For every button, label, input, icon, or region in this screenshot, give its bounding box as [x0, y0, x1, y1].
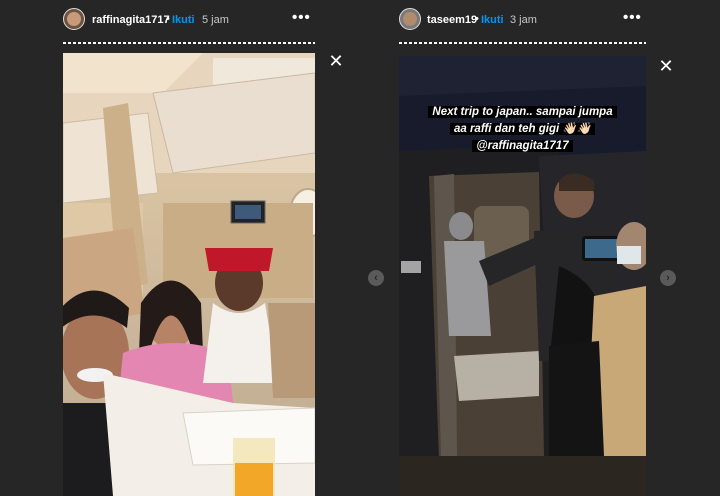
- chevron-left-icon[interactable]: ‹: [368, 270, 384, 286]
- follow-button[interactable]: Ikuti: [481, 14, 504, 26]
- story-caption: Next trip to japan.. sampai jumpa aa raf…: [399, 104, 646, 155]
- story-panel-left: raffinagita1717 • Ikuti 5 jam ••• ✕: [0, 0, 360, 496]
- story-progress-bar: [399, 42, 646, 44]
- cabin-photo-illustration: [63, 53, 315, 496]
- story-panel-right: ‹ taseem19 • Ikuti 3 jam ••• ✕ Next trip…: [360, 0, 720, 496]
- more-options-icon[interactable]: •••: [292, 9, 311, 26]
- story-progress-bar: [63, 42, 315, 44]
- close-icon[interactable]: ✕: [655, 55, 677, 77]
- caption-line: @raffinagita1717: [472, 140, 573, 152]
- caption-line: aa raffi dan teh gigi 👋🏻👋🏻: [449, 123, 596, 135]
- follow-button[interactable]: Ikuti: [172, 14, 195, 26]
- close-icon[interactable]: ✕: [325, 50, 347, 72]
- username[interactable]: taseem19: [427, 14, 477, 26]
- post-time: 5 jam: [202, 14, 229, 26]
- separator-dot: •: [475, 13, 479, 25]
- caption-line: Next trip to japan.. sampai jumpa: [428, 106, 617, 118]
- story-photo[interactable]: [63, 53, 315, 496]
- more-options-icon[interactable]: •••: [623, 9, 642, 26]
- story-header: taseem19 • Ikuti 3 jam •••: [360, 6, 720, 38]
- post-time: 3 jam: [510, 14, 537, 26]
- username[interactable]: raffinagita1717: [92, 14, 170, 26]
- separator-dot: •: [166, 13, 170, 25]
- chevron-right-icon[interactable]: ›: [660, 270, 676, 286]
- story-photo[interactable]: Next trip to japan.. sampai jumpa aa raf…: [399, 56, 646, 496]
- story-header: raffinagita1717 • Ikuti 5 jam •••: [0, 6, 360, 38]
- avatar[interactable]: [399, 8, 421, 30]
- avatar[interactable]: [63, 8, 85, 30]
